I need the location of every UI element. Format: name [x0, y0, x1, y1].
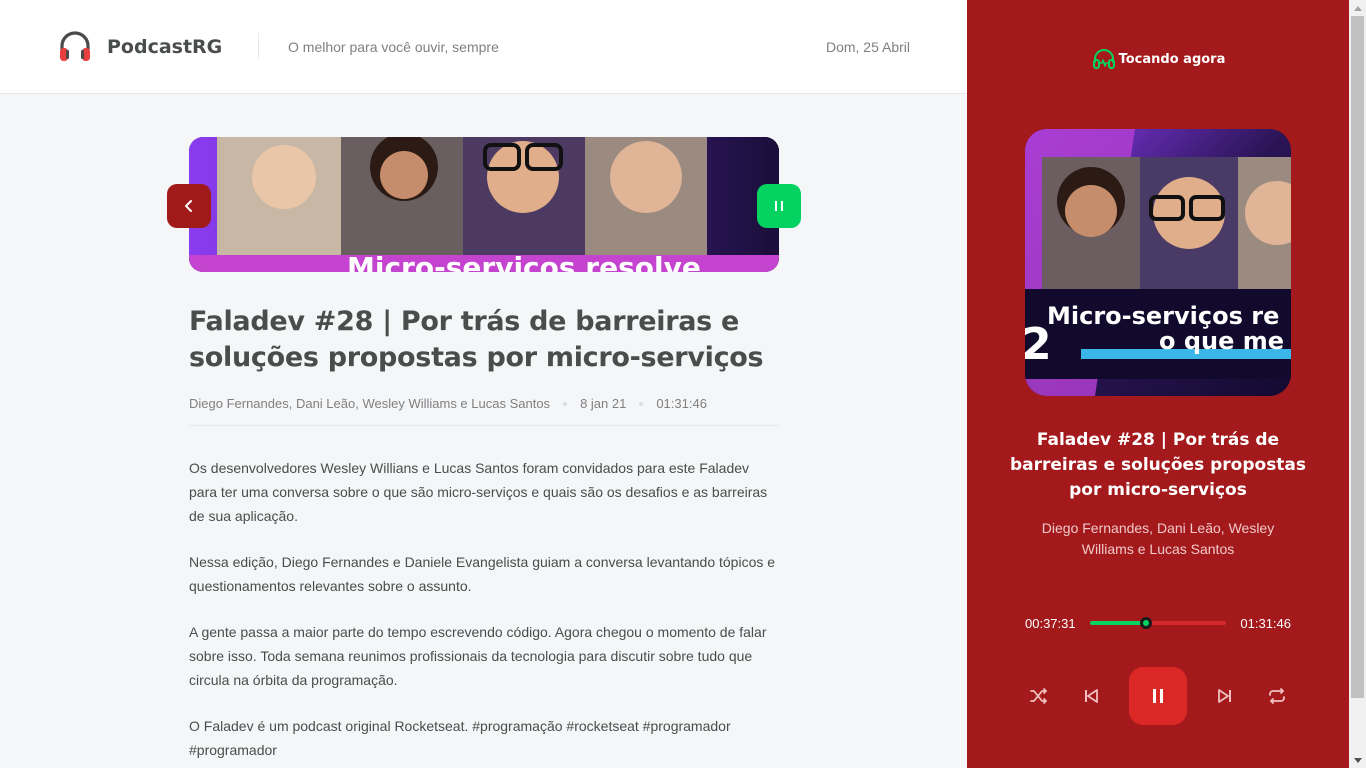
shuffle-icon [1030, 688, 1047, 704]
cover-number: 2 [1025, 319, 1052, 370]
scroll-up-arrow[interactable] [1349, 0, 1366, 16]
headphones-icon [60, 31, 90, 61]
player-panel: Tocando agora Micro-serviços re o que me… [967, 0, 1349, 768]
tagline: O melhor para você ouvir, sempre [288, 39, 499, 55]
page-scrollbar[interactable] [1349, 0, 1366, 768]
cover-image: Micro-serviços re o que me 2 [1025, 129, 1291, 396]
scrollbar-thumb[interactable] [1351, 16, 1364, 698]
progress-slider[interactable] [1090, 617, 1226, 629]
play-pause-episode-button[interactable] [757, 184, 801, 228]
now-playing-label: Tocando agora [1118, 51, 1226, 67]
description-paragraph: O Faladev é um podcast original Rocketse… [189, 718, 731, 758]
repeat-icon [1269, 688, 1285, 704]
description-paragraph: A gente passa a maior parte do tempo esc… [189, 624, 767, 688]
repeat-button[interactable] [1263, 682, 1291, 710]
back-button[interactable] [167, 184, 211, 228]
pause-icon [1153, 689, 1163, 703]
caret-up-icon [1353, 5, 1362, 11]
brand-name: PodcastRG [107, 36, 223, 58]
episode-thumbnail: Micro-servicos resolve [189, 137, 779, 272]
cover-caption-line2: o que me [1159, 327, 1284, 355]
player-heading: Tocando agora [967, 46, 1349, 72]
progress-handle[interactable] [1139, 617, 1152, 629]
brand-logo[interactable]: PodcastRG [57, 29, 222, 65]
progress-bar: 00:37:31 01:31:46 [1025, 613, 1291, 633]
headphones-icon [1092, 49, 1115, 69]
progress-fill [1090, 621, 1146, 625]
thumbnail-caption: Micro-servicos resolve [347, 251, 701, 272]
player-controls [1025, 667, 1291, 725]
description-paragraph: Nessa edição, Diego Fernandes e Daniele … [189, 554, 776, 594]
current-time: 00:37:31 [1025, 615, 1076, 631]
episode-title: Faladev #28 | Por trás de barreiras e so… [189, 306, 764, 373]
next-button[interactable] [1211, 682, 1239, 710]
shuffle-button[interactable] [1025, 682, 1053, 710]
meta-separator [563, 401, 568, 406]
description-paragraph: Os desenvolvedores Wesley Willians e Luc… [189, 460, 768, 524]
previous-button[interactable] [1077, 682, 1105, 710]
cover-caption-line1: Micro-serviços re [1047, 302, 1279, 330]
player-episode-title: Faladev #28 | Por trás de barreiras e so… [1009, 430, 1307, 500]
pause-icon [775, 201, 783, 211]
episode-meta: Diego Fernandes, Dani Leão, Wesley Willi… [189, 396, 779, 426]
episode-thumbnail-container: Micro-servicos resolve [167, 137, 801, 272]
player-episode-members: Diego Fernandes, Dani Leão, Wesley Willi… [1041, 520, 1275, 557]
thumbnail-image: Micro-servicos resolve [189, 137, 779, 272]
main-area: PodcastRG O melhor para você ouvir, semp… [0, 0, 967, 768]
header-divider [258, 33, 259, 58]
current-date: Dom, 25 Abril [825, 39, 910, 55]
caret-down-icon [1353, 757, 1362, 763]
episode-description: Os desenvolvedores Wesley Willians e Luc… [189, 456, 779, 762]
next-icon [1218, 689, 1231, 703]
episode-members: Diego Fernandes, Dani Leão, Wesley Willi… [189, 396, 551, 411]
meta-separator [639, 401, 644, 406]
episode-content: Micro-servicos resolve Faladev #28 | Por… [167, 137, 801, 768]
player-cover: Micro-serviços re o que me 2 [1025, 129, 1291, 396]
previous-icon [1085, 689, 1098, 703]
total-time: 01:31:46 [1240, 615, 1291, 631]
scroll-down-arrow[interactable] [1349, 752, 1366, 768]
play-pause-button[interactable] [1129, 667, 1187, 725]
header: PodcastRG O melhor para você ouvir, semp… [0, 0, 967, 94]
episode-date: 8 jan 21 [580, 396, 627, 411]
chevron-left-icon [185, 200, 192, 212]
episode-duration: 01:31:46 [656, 396, 707, 411]
